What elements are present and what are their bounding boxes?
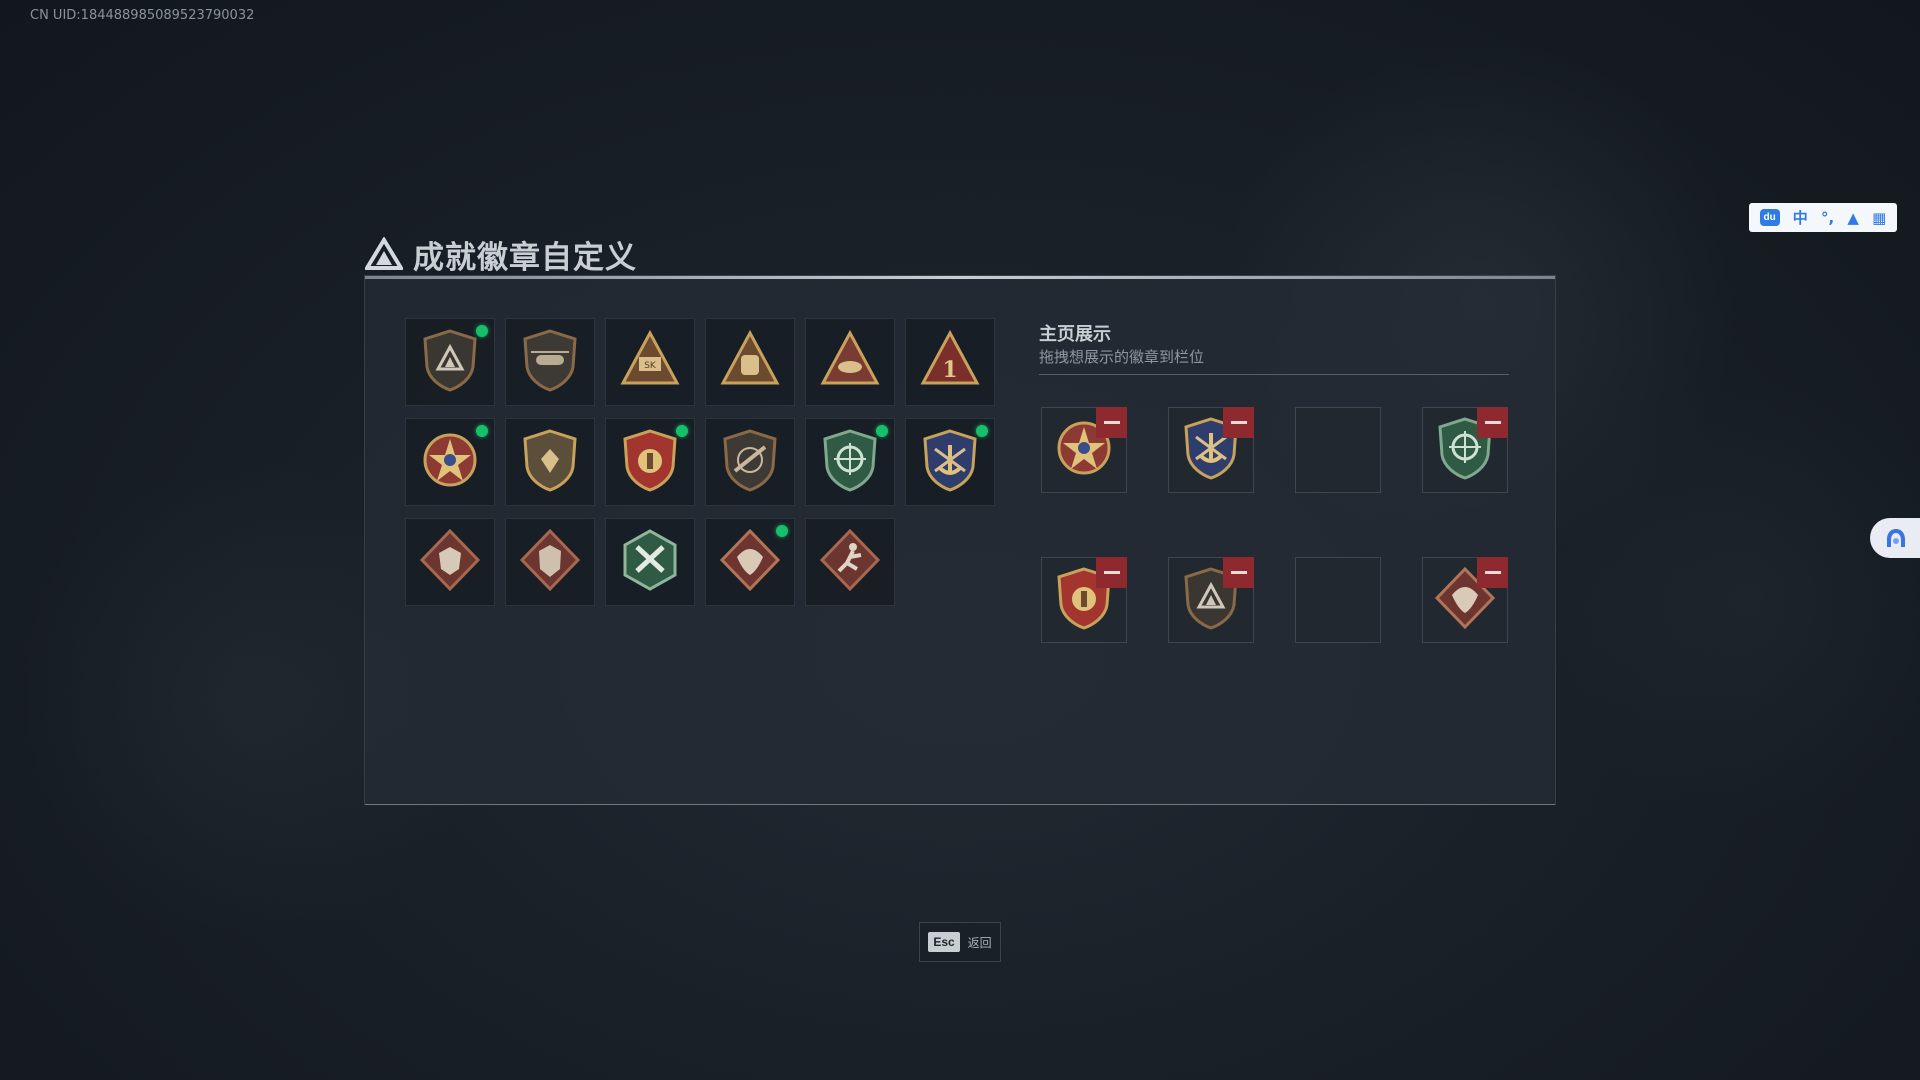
triangle-sk-icon: SK bbox=[619, 327, 681, 398]
badge-cell[interactable]: SK bbox=[605, 318, 695, 406]
showcase-slot-filled[interactable] bbox=[1041, 407, 1127, 493]
runner-diamond-icon bbox=[819, 527, 881, 598]
badge-cell[interactable] bbox=[805, 318, 895, 406]
ime-skin-icon[interactable]: ▲ bbox=[1847, 209, 1859, 227]
showcase-slot-empty[interactable] bbox=[1295, 407, 1381, 493]
new-indicator-dot bbox=[876, 425, 888, 437]
badge-cell[interactable] bbox=[705, 418, 795, 506]
wolf-diamond-icon bbox=[419, 527, 481, 598]
new-indicator-dot bbox=[476, 325, 488, 337]
remove-badge-button[interactable] bbox=[1477, 557, 1508, 588]
badge-cell[interactable] bbox=[605, 518, 695, 606]
badge-cell[interactable] bbox=[505, 418, 595, 506]
badge-cell[interactable] bbox=[805, 518, 895, 606]
green-crosshair-shield-icon bbox=[819, 427, 881, 498]
new-indicator-dot bbox=[476, 425, 488, 437]
new-indicator-dot bbox=[776, 525, 788, 537]
badge-cell[interactable] bbox=[505, 518, 595, 606]
triangle-bag-icon bbox=[719, 327, 781, 398]
ime-logo-icon[interactable]: du bbox=[1759, 209, 1780, 226]
showcase-title: 主页展示 bbox=[1039, 324, 1111, 345]
remove-badge-button[interactable] bbox=[1096, 407, 1127, 438]
svg-text:1: 1 bbox=[942, 357, 957, 383]
shield-rifle-icon bbox=[719, 427, 781, 498]
badge-cell[interactable] bbox=[405, 418, 495, 506]
remove-badge-button[interactable] bbox=[1096, 557, 1127, 588]
ime-toolbar[interactable]: du 中 °, ▲ ▦ bbox=[1749, 203, 1897, 232]
showcase-slot-empty[interactable] bbox=[1295, 557, 1381, 643]
badge-cell[interactable] bbox=[405, 518, 495, 606]
new-indicator-dot bbox=[976, 425, 988, 437]
new-indicator-dot bbox=[676, 425, 688, 437]
assistant-float-button[interactable] bbox=[1870, 518, 1920, 558]
ime-mode-toggle[interactable]: 中 bbox=[1793, 207, 1808, 228]
back-label: 返回 bbox=[967, 935, 992, 950]
esc-key-hint: Esc bbox=[928, 932, 960, 952]
showcase-slot-filled[interactable] bbox=[1168, 557, 1254, 643]
remove-badge-button[interactable] bbox=[1223, 557, 1254, 588]
showcase-slot-filled[interactable] bbox=[1422, 557, 1508, 643]
badge-cell[interactable] bbox=[605, 418, 695, 506]
green-hex-tools-icon bbox=[619, 527, 681, 598]
remove-badge-button[interactable] bbox=[1223, 407, 1254, 438]
minus-icon bbox=[1230, 421, 1247, 424]
triangle-number-one-icon: 1 bbox=[919, 327, 981, 398]
showcase-slot-filled[interactable] bbox=[1041, 557, 1127, 643]
showcase-slots bbox=[1041, 407, 1508, 643]
shield-helicopter-icon bbox=[519, 327, 581, 398]
minus-icon bbox=[1103, 421, 1120, 424]
minus-icon bbox=[1230, 571, 1247, 574]
back-button[interactable]: Esc 返回 bbox=[919, 922, 1001, 962]
badge-cell[interactable] bbox=[905, 418, 995, 506]
wolf-diamond-alt-icon bbox=[519, 527, 581, 598]
showcase-slot-filled[interactable] bbox=[1422, 407, 1508, 493]
dragon-diamond-icon bbox=[719, 527, 781, 598]
badge-customize-panel: SK 1 主页展示 拖拽想展示的徽章到栏位 bbox=[364, 275, 1556, 805]
showcase-slot-filled[interactable] bbox=[1168, 407, 1254, 493]
panel-bottom-divider bbox=[365, 804, 1555, 805]
badge-cell[interactable] bbox=[705, 518, 795, 606]
panel-header: 成就徽章自定义 bbox=[365, 232, 637, 276]
minus-icon bbox=[1103, 571, 1120, 574]
minus-icon bbox=[1484, 571, 1501, 574]
minus-icon bbox=[1484, 421, 1501, 424]
shield-wings-gold-icon bbox=[619, 427, 681, 498]
showcase-divider bbox=[1039, 374, 1509, 375]
remove-badge-button[interactable] bbox=[1477, 407, 1508, 438]
badge-cell[interactable] bbox=[405, 318, 495, 406]
assistant-icon bbox=[1887, 529, 1905, 547]
gold-anchor-shield-icon bbox=[919, 427, 981, 498]
shield-triangle-icon bbox=[419, 327, 481, 398]
badge-cell[interactable] bbox=[705, 318, 795, 406]
page-title: 成就徽章自定义 bbox=[413, 239, 637, 276]
ime-grid-icon[interactable]: ▦ bbox=[1872, 209, 1886, 227]
badge-cell[interactable] bbox=[805, 418, 895, 506]
badge-cell[interactable] bbox=[505, 318, 595, 406]
badge-inventory-grid: SK 1 bbox=[405, 318, 995, 606]
badge-cell[interactable]: 1 bbox=[905, 318, 995, 406]
triangle-hand-icon bbox=[819, 327, 881, 398]
ime-punct-toggle[interactable]: °, bbox=[1821, 209, 1834, 227]
panel-top-divider bbox=[365, 276, 1555, 279]
showcase-subtitle: 拖拽想展示的徽章到栏位 bbox=[1039, 348, 1205, 366]
delta-logo-icon bbox=[365, 237, 403, 270]
star-medal-icon bbox=[419, 427, 481, 498]
shield-emblem-icon bbox=[519, 427, 581, 498]
svg-text:SK: SK bbox=[644, 361, 657, 371]
uid-label: CN UID:1844889850895237900​32 bbox=[30, 8, 255, 23]
